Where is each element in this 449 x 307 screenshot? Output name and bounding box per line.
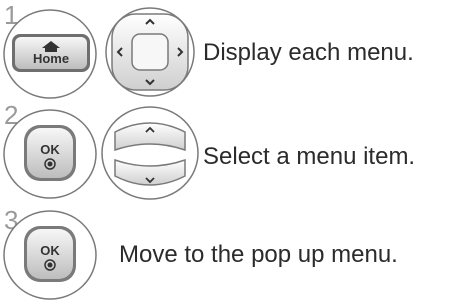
step-2: 2 OK Select a menu item. [0,100,449,200]
step-3: 3 OK Move to the pop up menu. [0,203,449,303]
home-button-label: Home [33,51,69,66]
up-down-rocker-button[interactable] [99,104,209,204]
ok-button-label: OK [40,243,60,258]
ok-button-label: OK [40,142,60,157]
home-button[interactable]: Home [2,8,102,108]
ok-button[interactable]: OK [2,106,102,206]
step-3-text: Move to the pop up menu. [119,241,398,268]
step-1-text: Display each menu. [203,39,414,66]
ok-button[interactable]: OK [2,207,102,307]
step-2-text: Select a menu item. [203,143,416,170]
four-way-dpad-button[interactable] [102,4,202,104]
step-1: 1 Home Display each menu. [0,0,449,100]
